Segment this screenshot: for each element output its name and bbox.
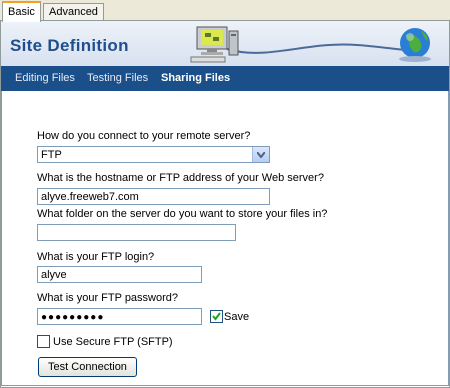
folder-label: What folder on the server do you want to… [37,208,328,220]
tab-strip: Basic Advanced [0,0,450,22]
login-label: What is your FTP login? [37,251,155,263]
password-label: What is your FTP password? [37,292,179,304]
save-checkbox[interactable] [210,310,223,323]
form-area: How do you connect to your remote server… [1,91,449,386]
nav-bar: Editing Files Testing Files Sharing File… [1,66,449,91]
password-input[interactable]: ●●●●●●●●● [37,308,202,325]
tab-panel: Site Definition Editing Files Testing Fi… [0,20,450,388]
computer-network-globe-icon [190,26,431,63]
save-label: Save [224,311,250,323]
sftp-checkbox[interactable] [37,335,50,348]
banner: Site Definition [1,21,449,66]
host-input[interactable]: alyve.freeweb7.com [37,188,270,205]
page-title: Site Definition [10,36,129,55]
test-connection-button[interactable]: Test Connection [38,357,137,377]
nav-editing-files[interactable]: Editing Files [15,72,75,84]
host-label: What is the hostname or FTP address of y… [37,172,324,184]
nav-testing-files[interactable]: Testing Files [87,72,148,84]
connect-value: FTP [41,149,62,161]
sftp-label: Use Secure FTP (SFTP) [53,336,173,348]
tab-advanced[interactable]: Advanced [43,3,104,20]
chevron-down-icon[interactable] [252,147,269,162]
connect-select[interactable]: FTP [37,146,270,163]
nav-sharing-files[interactable]: Sharing Files [161,72,230,84]
folder-input[interactable] [37,224,236,241]
tab-basic[interactable]: Basic [2,1,41,22]
checkmark-icon [212,312,221,321]
login-input[interactable]: alyve [37,266,202,283]
connect-label: How do you connect to your remote server… [37,130,251,142]
